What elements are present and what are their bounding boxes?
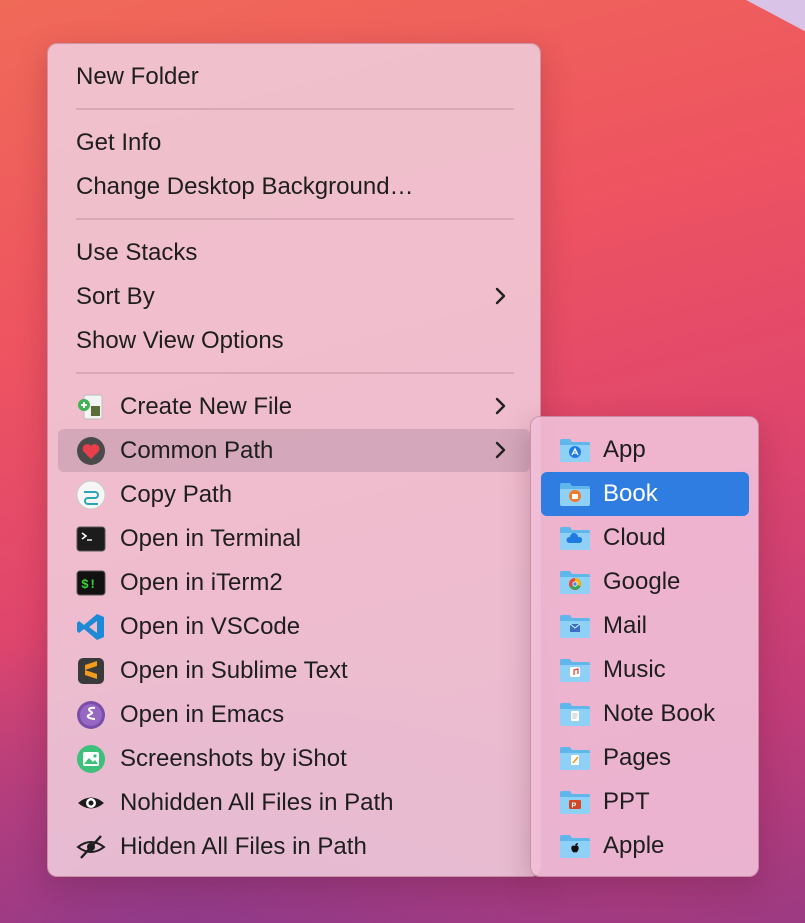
menu-item-change-desktop-background[interactable]: Change Desktop Background… [58, 165, 530, 208]
powerpoint-icon: P [560, 791, 590, 814]
menu-item-label: Open in Sublime Text [120, 656, 348, 684]
menu-item-open-terminal[interactable]: Open in Terminal [58, 517, 530, 560]
menu-item-label: Sort By [76, 282, 155, 310]
menu-item-label: Open in VSCode [120, 612, 301, 640]
submenu-item-mail[interactable]: Mail [541, 604, 749, 648]
new-file-icon [76, 392, 106, 422]
submenu-item-note-book[interactable]: Note Book [541, 692, 749, 736]
menu-item-create-new-file[interactable]: Create New File [58, 385, 530, 428]
menu-item-nohidden-files[interactable]: Nohidden All Files in Path [58, 781, 530, 824]
chevron-right-icon [495, 441, 506, 459]
desktop-wallpaper-corner [712, 0, 805, 48]
menu-item-screenshots-ishot[interactable]: Screenshots by iShot [58, 737, 530, 780]
menu-item-open-emacs[interactable]: Open in Emacs [58, 693, 530, 736]
vscode-icon [76, 612, 106, 642]
notes-icon [560, 703, 590, 726]
submenu-item-google[interactable]: Google [541, 560, 749, 604]
apple-icon [560, 835, 590, 858]
music-icon [560, 659, 590, 682]
menu-item-label: Create New File [120, 392, 293, 420]
menu-separator [76, 108, 514, 110]
desktop-context-menu: New Folder Get Info Change Desktop Backg… [47, 43, 541, 877]
submenu-item-label: App [603, 436, 646, 463]
app-store-icon [560, 439, 590, 462]
svg-text:$!: $! [81, 577, 97, 592]
submenu-item-label: Google [603, 568, 681, 595]
menu-item-label: Use Stacks [76, 238, 198, 266]
menu-item-label: Screenshots by iShot [120, 744, 347, 772]
submenu-item-label: Mail [603, 612, 648, 639]
eye-icon [76, 788, 106, 818]
menu-separator [76, 218, 514, 220]
menu-item-get-info[interactable]: Get Info [58, 121, 530, 164]
menu-item-show-view-options[interactable]: Show View Options [58, 319, 530, 362]
menu-item-label: Open in iTerm2 [120, 568, 283, 596]
menu-item-label: Common Path [120, 436, 274, 464]
ishot-icon [76, 744, 106, 774]
submenu-item-label: Music [603, 656, 666, 683]
cloud-icon [560, 527, 590, 550]
menu-item-label: Hidden All Files in Path [120, 832, 367, 860]
submenu-item-pages[interactable]: Pages [541, 736, 749, 780]
submenu-item-app[interactable]: App [541, 428, 749, 472]
submenu-item-label: Pages [603, 744, 672, 771]
menu-item-label: New Folder [76, 62, 199, 90]
terminal-icon [76, 524, 106, 554]
menu-item-copy-path[interactable]: Copy Path [58, 473, 530, 516]
submenu-item-label: Apple [603, 832, 665, 859]
chevron-right-icon [495, 287, 506, 305]
submenu-item-label: Book [603, 480, 658, 507]
submenu-item-apple[interactable]: Apple [541, 824, 749, 868]
eye-slash-icon [76, 832, 106, 862]
copy-path-icon [76, 480, 106, 510]
emacs-icon [76, 700, 106, 730]
menu-item-label: Open in Terminal [120, 524, 301, 552]
submenu-item-label: Cloud [603, 524, 666, 551]
svg-text:P: P [572, 803, 577, 810]
menu-item-sort-by[interactable]: Sort By [58, 275, 530, 318]
submenu-item-ppt[interactable]: P PPT [541, 780, 749, 824]
sublime-text-icon [76, 656, 106, 686]
mail-icon [560, 615, 590, 638]
menu-item-hidden-files[interactable]: Hidden All Files in Path [58, 825, 530, 868]
heart-icon [76, 436, 106, 466]
menu-item-common-path[interactable]: Common Path [58, 429, 530, 472]
menu-item-label: Show View Options [76, 326, 284, 354]
chrome-icon [560, 571, 590, 594]
pages-icon [560, 747, 590, 770]
menu-item-label: Change Desktop Background… [76, 172, 414, 200]
menu-item-open-iterm2[interactable]: $! Open in iTerm2 [58, 561, 530, 604]
menu-item-label: Copy Path [120, 480, 233, 508]
menu-item-open-sublime[interactable]: Open in Sublime Text [58, 649, 530, 692]
submenu-item-music[interactable]: Music [541, 648, 749, 692]
menu-item-label: Open in Emacs [120, 700, 285, 728]
submenu-item-book[interactable]: Book [541, 472, 749, 516]
submenu-item-cloud[interactable]: Cloud [541, 516, 749, 560]
iterm2-icon: $! [76, 568, 106, 598]
menu-item-label: Get Info [76, 128, 162, 156]
menu-item-use-stacks[interactable]: Use Stacks [58, 231, 530, 274]
submenu-item-label: Note Book [603, 700, 716, 727]
menu-item-open-vscode[interactable]: Open in VSCode [58, 605, 530, 648]
chevron-right-icon [495, 397, 506, 415]
menu-item-new-folder[interactable]: New Folder [58, 55, 530, 98]
submenu-item-label: PPT [603, 788, 650, 815]
books-icon [560, 483, 590, 506]
menu-separator [76, 372, 514, 374]
common-path-submenu: App Book Cloud Google Mail Music Note Book Page… [530, 416, 759, 877]
menu-item-label: Nohidden All Files in Path [120, 788, 394, 816]
